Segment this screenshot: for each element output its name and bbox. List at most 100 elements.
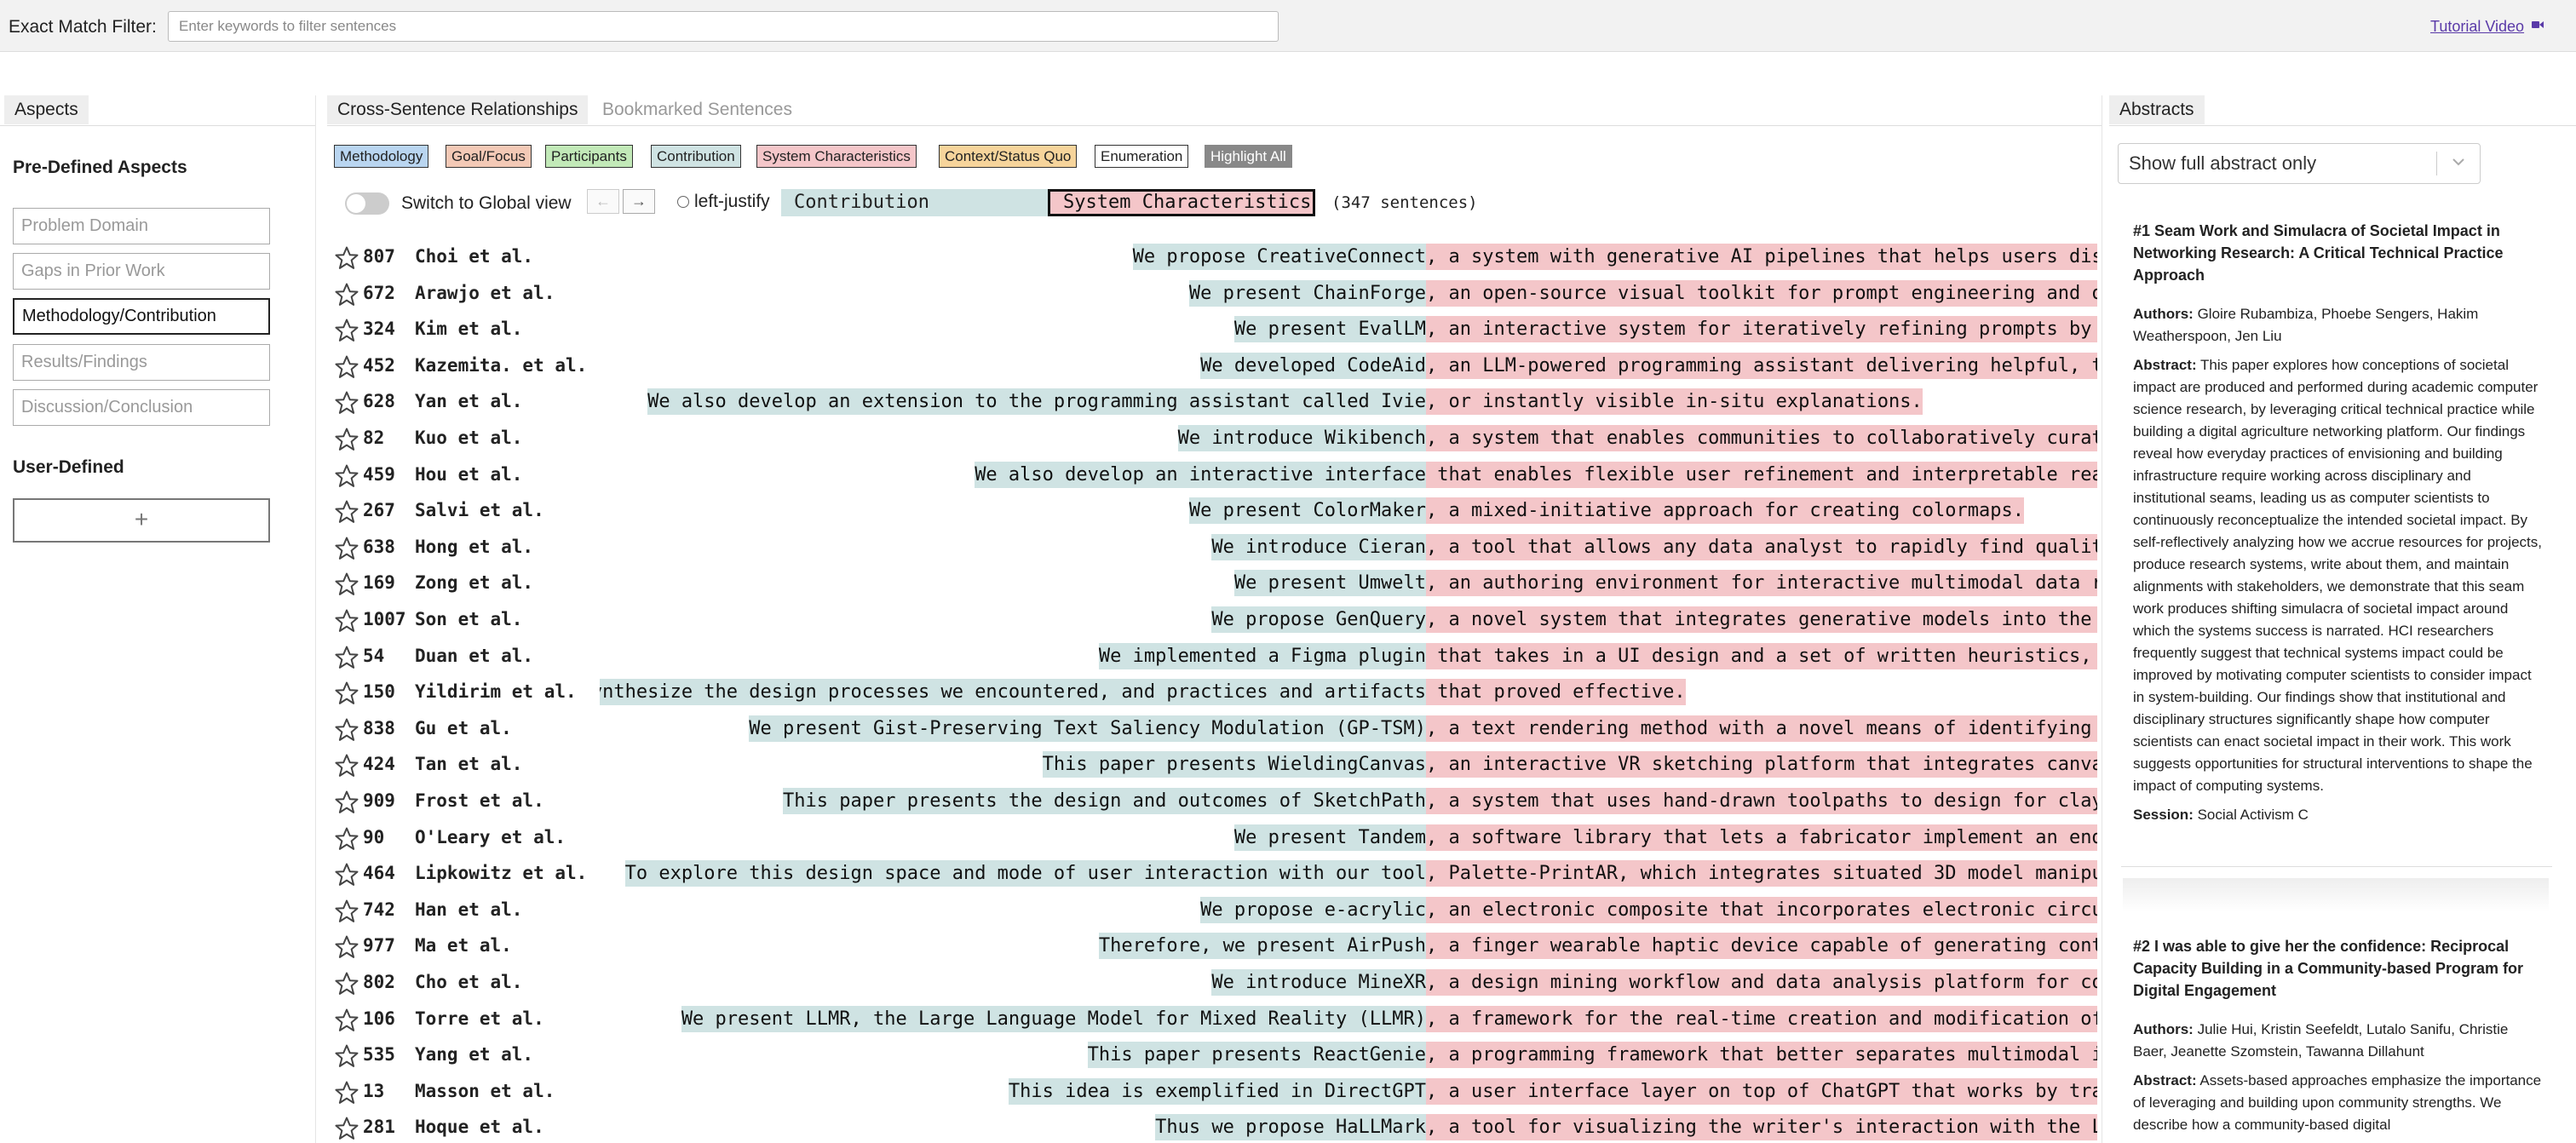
- bookmark-star-icon[interactable]: [334, 390, 359, 416]
- sentence-row[interactable]: 742 Han et al. We propose e-acrylic, an el…: [327, 892, 2097, 928]
- bookmark-star-icon[interactable]: [334, 899, 359, 924]
- sentence-row[interactable]: 807 Choi et al. We propose CreativeConnect…: [327, 238, 2097, 275]
- sentence-row[interactable]: 169 Zong et al. We present Umwelt, an auth…: [327, 565, 2097, 601]
- tab-bookmarked-sentences[interactable]: Bookmarked Sentences: [592, 95, 802, 124]
- highlight-all-button[interactable]: Highlight All: [1205, 145, 1292, 168]
- sentence-row[interactable]: 535 Yang et al. This paper presents ReactG…: [327, 1037, 2097, 1073]
- bookmark-star-icon[interactable]: [334, 536, 359, 561]
- system-characteristics-cell: , a tool that allows any data analyst to…: [1426, 533, 2097, 560]
- video-camera-icon[interactable]: [2532, 20, 2544, 30]
- bookmark-star-icon[interactable]: [334, 318, 359, 343]
- contribution-text: We introduce MineXR: [1211, 969, 1426, 996]
- abstracts-tab[interactable]: Abstracts: [2109, 95, 2205, 124]
- sentence-row[interactable]: 90 O'Leary et al. We present Tandem, a sof…: [327, 819, 2097, 856]
- tag-contribution[interactable]: Contribution: [651, 145, 741, 168]
- abstracts-tab-divider: [2109, 125, 2576, 126]
- bookmark-star-icon[interactable]: [334, 1008, 359, 1033]
- sentence-row[interactable]: 628 Yan et al. We also develop an extensio…: [327, 383, 2097, 420]
- tutorial-video-link[interactable]: Tutorial Video: [2430, 18, 2524, 36]
- sentence-paper-id: 90: [363, 826, 385, 847]
- bookmark-star-icon[interactable]: [334, 826, 359, 852]
- bookmark-star-icon[interactable]: [334, 1080, 359, 1106]
- sentence-row[interactable]: 54 Duan et al. We implemented a Figma plug…: [327, 638, 2097, 675]
- bookmark-star-icon[interactable]: [334, 499, 359, 525]
- sentence-row[interactable]: 464 Lipkowitz et al. To explore this desig…: [327, 855, 2097, 892]
- system-characteristics-cell: , an open-source visual toolkit for prom…: [1426, 279, 2097, 307]
- aspect-gaps-in-prior-work[interactable]: Gaps in Prior Work: [13, 253, 270, 290]
- bookmark-star-icon[interactable]: [334, 681, 359, 706]
- tag-goal-focus[interactable]: Goal/Focus: [446, 145, 532, 168]
- sentence-author: Cho et al.: [415, 972, 523, 992]
- bookmark-star-icon[interactable]: [334, 354, 359, 380]
- sentence-row[interactable]: 324 Kim et al. We present EvalLM, an inter…: [327, 311, 2097, 347]
- system-characteristics-cell: , a finger wearable haptic device capabl…: [1426, 933, 2097, 960]
- abstract-label: Abstract:: [2133, 357, 2197, 373]
- bookmark-star-icon[interactable]: [334, 608, 359, 634]
- tag-methodology[interactable]: Methodology: [334, 145, 429, 168]
- tag-context-status-quo[interactable]: Context/Status Quo: [939, 145, 1078, 168]
- bookmark-star-icon[interactable]: [334, 427, 359, 452]
- abstract-card[interactable]: #1 Seam Work and Simulacra of Societal I…: [2121, 220, 2556, 833]
- bookmark-star-icon[interactable]: [334, 645, 359, 670]
- sentence-row[interactable]: 150 Yildirim et al. We synthesize the desi…: [327, 674, 2097, 710]
- left-justify-radio[interactable]: [677, 196, 689, 208]
- add-aspect-button[interactable]: +: [13, 498, 270, 543]
- sentence-author: Yang et al.: [415, 1044, 534, 1065]
- contribution-cell: This paper presents WieldingCanvas: [600, 751, 1426, 778]
- sentence-row[interactable]: 281 Hoque et al. Thus we propose HaLLMark,…: [327, 1109, 2097, 1143]
- aspect-methodology-contribution[interactable]: Methodology/Contribution: [13, 298, 270, 335]
- sentence-author: Kim et al.: [415, 319, 523, 340]
- sentence-row[interactable]: 1007 Son et al. We propose GenQuery, a nov…: [327, 601, 2097, 638]
- right-column-label[interactable]: System Characteristics: [1048, 189, 1315, 216]
- aspects-tab-divider: [0, 125, 315, 126]
- aspects-tab[interactable]: Aspects: [4, 95, 89, 124]
- sentence-row[interactable]: 672 Arawjo et al. We present ChainForge, a…: [327, 275, 2097, 312]
- system-characteristics-cell: , an LLM-powered programming assistant d…: [1426, 352, 2097, 379]
- abstract-display-select[interactable]: Show full abstract only: [2118, 143, 2481, 184]
- bookmark-star-icon[interactable]: [334, 717, 359, 743]
- bookmark-star-icon[interactable]: [334, 1043, 359, 1069]
- bookmark-star-icon[interactable]: [334, 934, 359, 960]
- sentence-row[interactable]: 459 Hou et al. We also develop an interact…: [327, 457, 2097, 493]
- bookmark-star-icon[interactable]: [334, 463, 359, 489]
- system-characteristics-text: that enables flexible user refinement an…: [1426, 461, 2097, 488]
- tag-enumeration[interactable]: Enumeration: [1095, 145, 1189, 168]
- sentence-row[interactable]: 82 Kuo et al. We introduce Wikibench, a sy…: [327, 420, 2097, 457]
- bookmark-star-icon[interactable]: [334, 753, 359, 778]
- aspect-results-findings[interactable]: Results/Findings: [13, 344, 270, 381]
- tag-participants[interactable]: Participants: [545, 145, 633, 168]
- sentence-row[interactable]: 638 Hong et al. We introduce Cieran, a too…: [327, 529, 2097, 566]
- abstract-text: This paper explores how conceptions of s…: [2133, 357, 2542, 794]
- sentence-row[interactable]: 977 Ma et al. Therefore, we present AirPus…: [327, 928, 2097, 964]
- sentence-paper-id: 807: [363, 246, 395, 267]
- abstract-card-shadow: [2123, 878, 2549, 912]
- contribution-text: This paper presents the design and outco…: [783, 788, 1426, 814]
- tab-cross-sentence-relationships[interactable]: Cross-Sentence Relationships: [327, 95, 589, 124]
- sentence-row[interactable]: 838 Gu et al. We present Gist-Preserving T…: [327, 710, 2097, 747]
- abstract-card[interactable]: #2 I was able to give her the confidence…: [2121, 935, 2556, 1143]
- prev-column-button[interactable]: ←: [587, 189, 619, 214]
- sentence-row[interactable]: 452 Kazemita. et al. We developed CodeAid,…: [327, 347, 2097, 384]
- bookmark-star-icon[interactable]: [334, 572, 359, 597]
- sentence-row[interactable]: 106 Torre et al. We present LLMR, the Larg…: [327, 1001, 2097, 1037]
- exact-match-filter-input[interactable]: [168, 11, 1279, 42]
- aspect-problem-domain[interactable]: Problem Domain: [13, 208, 270, 244]
- sentence-row[interactable]: 267 Salvi et al. We present ColorMaker, a …: [327, 492, 2097, 529]
- bookmark-star-icon[interactable]: [334, 862, 359, 887]
- bookmark-star-icon[interactable]: [334, 971, 359, 997]
- bookmark-star-icon[interactable]: [334, 790, 359, 815]
- sentence-row[interactable]: 802 Cho et al. We introduce MineXR, a desi…: [327, 964, 2097, 1001]
- left-column-label[interactable]: Contribution: [781, 189, 1048, 216]
- global-view-toggle[interactable]: [345, 192, 389, 215]
- next-column-button[interactable]: →: [623, 189, 655, 214]
- contribution-text: Therefore, we present AirPush: [1098, 933, 1426, 960]
- sentence-row[interactable]: 13 Masson et al. This idea is exemplified …: [327, 1073, 2097, 1110]
- sentence-row[interactable]: 424 Tan et al. This paper presents Wieldin…: [327, 746, 2097, 783]
- aspect-discussion-conclusion[interactable]: Discussion/Conclusion: [13, 389, 270, 426]
- bookmark-star-icon[interactable]: [334, 1116, 359, 1141]
- contribution-cell: We present LLMR, the Large Language Mode…: [600, 1005, 1426, 1032]
- bookmark-star-icon[interactable]: [334, 282, 359, 307]
- tag-system-characteristics[interactable]: System Characteristics: [756, 145, 917, 168]
- sentence-row[interactable]: 909 Frost et al. This paper presents the d…: [327, 783, 2097, 819]
- bookmark-star-icon[interactable]: [334, 245, 359, 271]
